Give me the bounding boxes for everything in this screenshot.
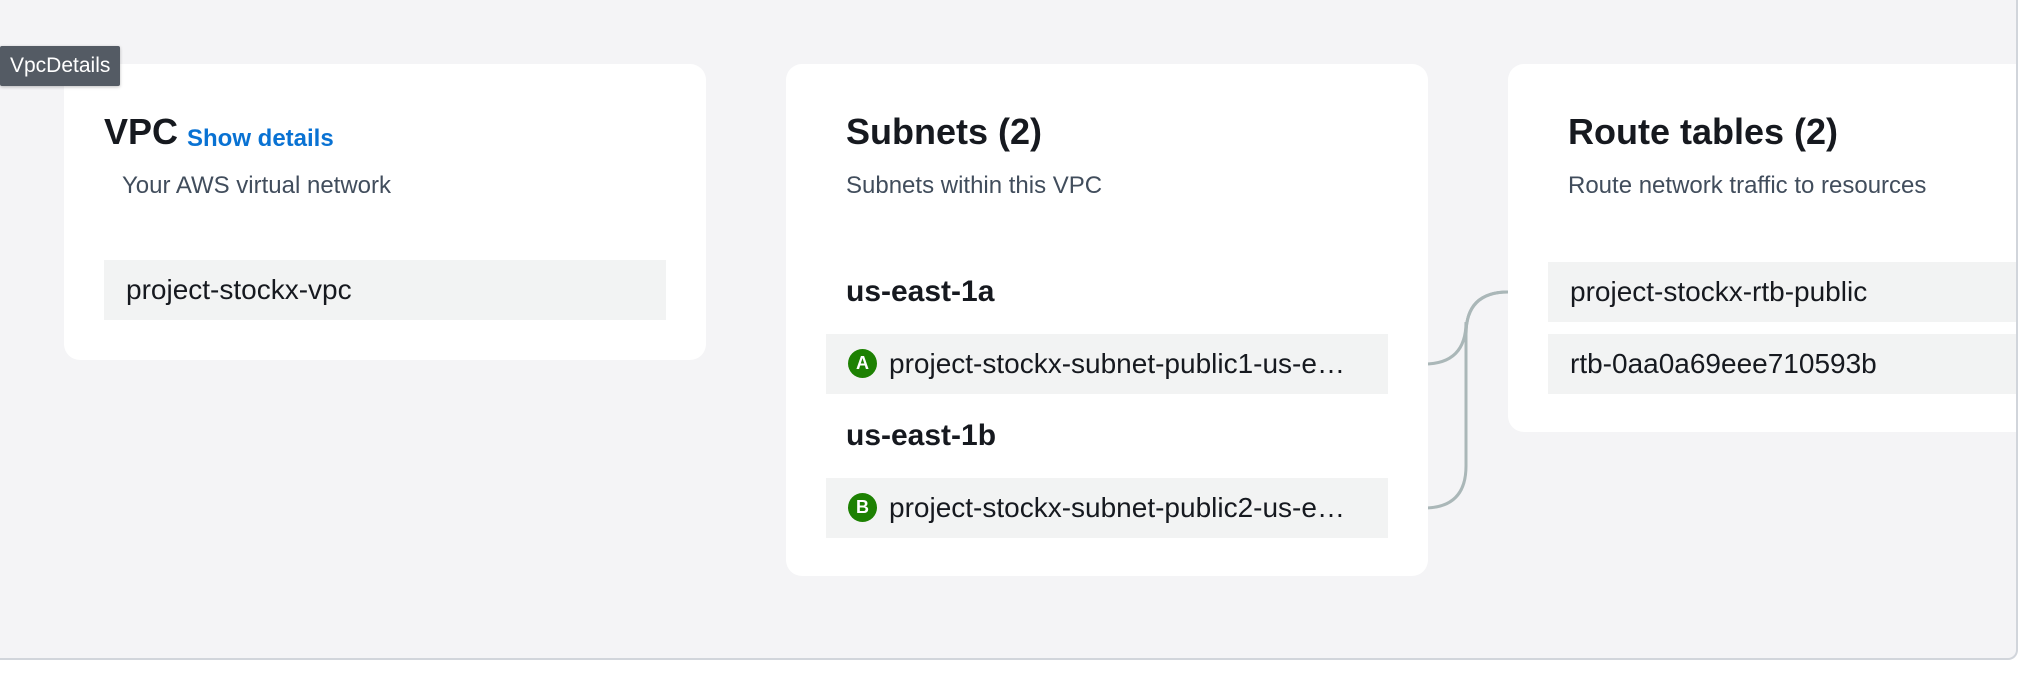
subnets-card-description: Subnets within this VPC xyxy=(846,172,1103,199)
route-table-item-id[interactable]: rtb-0aa0a69eee710593b xyxy=(1548,334,2016,394)
az-label-us-east-1a: us-east-1a xyxy=(846,275,995,308)
vpc-card: VPC Show details Your AWS virtual networ… xyxy=(64,64,706,360)
vpc-resource-item[interactable]: project-stockx-vpc xyxy=(104,260,666,320)
az-badge-a: A xyxy=(848,349,877,378)
vpc-card-title: VPC xyxy=(104,111,179,152)
az-badge-b: B xyxy=(848,493,877,522)
route-tables-card-description: Route network traffic to resources xyxy=(1568,172,1927,199)
subnets-card: Subnets (2) Subnets within this VPC us-e… xyxy=(786,64,1428,576)
vpc-card-description: Your AWS virtual network xyxy=(122,172,392,199)
route-tables-card-title: Route tables (2) xyxy=(1568,111,1839,152)
subnet-item-public2[interactable]: B project-stockx-subnet-public2-us-east-… xyxy=(826,478,1388,538)
vpc-details-tooltip: VpcDetails xyxy=(0,46,121,86)
show-details-link[interactable]: Show details xyxy=(187,124,334,154)
subnets-card-title: Subnets (2) xyxy=(846,111,1043,152)
route-tables-card: Route tables (2) Route network traffic t… xyxy=(1508,64,2016,432)
subnet-item-label: project-stockx-subnet-public2-us-east-1b xyxy=(889,492,1354,523)
route-table-item-public[interactable]: project-stockx-rtb-public xyxy=(1548,262,2016,322)
subnet-item-public1[interactable]: A project-stockx-subnet-public1-us-east-… xyxy=(826,334,1388,394)
subnet-item-label: project-stockx-subnet-public1-us-east-1a xyxy=(889,348,1354,379)
resource-map-canvas: VpcDetails VPC Show details Your AWS vir… xyxy=(0,0,2018,660)
az-label-us-east-1b: us-east-1b xyxy=(846,419,997,452)
